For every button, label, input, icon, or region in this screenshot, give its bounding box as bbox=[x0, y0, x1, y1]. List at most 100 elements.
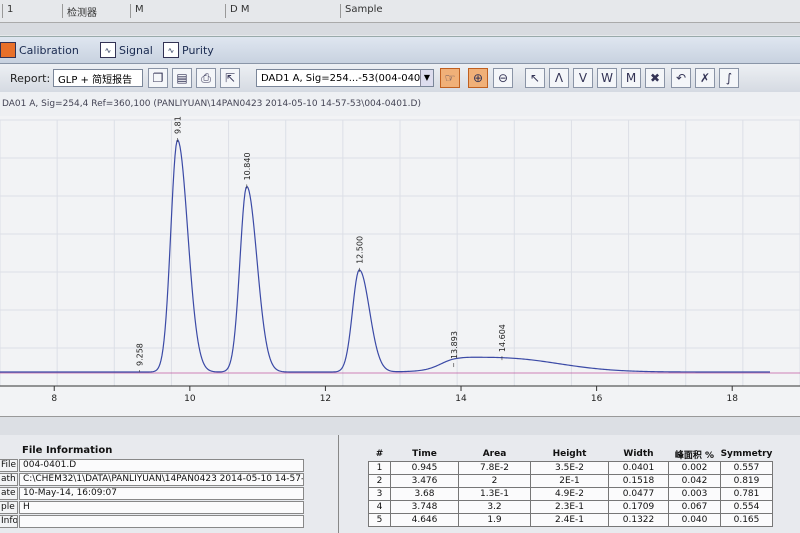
undo-icon[interactable]: ↶ bbox=[671, 68, 691, 88]
zoom-out-icon[interactable]: ⊖ bbox=[493, 68, 513, 88]
zoom-in-icon[interactable]: ⊕ bbox=[468, 68, 488, 88]
table-cell: 1 bbox=[368, 461, 391, 475]
col-header[interactable]: Width bbox=[609, 447, 669, 462]
table-cell: 0.819 bbox=[720, 474, 773, 488]
col-header[interactable]: Height bbox=[531, 447, 609, 462]
integrate-icon[interactable]: ∫ bbox=[719, 68, 739, 88]
baseline-peak-icon[interactable]: Λ bbox=[549, 68, 569, 88]
header-col: 1 bbox=[2, 4, 13, 18]
copy-icon[interactable]: ❐ bbox=[148, 68, 168, 88]
table-cell: 0.1709 bbox=[608, 500, 669, 514]
table-cell: 2E-1 bbox=[530, 474, 609, 488]
preview-icon[interactable]: ▤ bbox=[172, 68, 192, 88]
hand-pointer-icon[interactable]: ☞ bbox=[440, 68, 460, 88]
calibration-icon bbox=[0, 42, 16, 58]
peak-label: 10.840 bbox=[243, 152, 252, 180]
main-toolbar: Report: GLP + 简短报告 ❐ ▤ ⎙ ⇱ DAD1 A, Sig=2… bbox=[0, 64, 800, 93]
tab-label: Purity bbox=[182, 43, 214, 57]
col-header[interactable]: Area bbox=[459, 447, 531, 462]
pane-splitter[interactable] bbox=[0, 416, 800, 436]
file-info-value[interactable]: 004-0401.D bbox=[19, 459, 304, 472]
valley-peak-icon[interactable]: V bbox=[573, 68, 593, 88]
table-cell: 0.1322 bbox=[608, 513, 669, 527]
signal-select-value: DAD1 A, Sig=254...-53(004-0401.D) bbox=[261, 72, 434, 84]
peak-label: 14.604 bbox=[498, 324, 507, 352]
table-row[interactable]: 1 0.945 7.8E-2 3.5E-2 0.0401 0.002 0.557 bbox=[368, 461, 773, 475]
table-cell: 2.4E-1 bbox=[530, 513, 609, 527]
table-cell: 0.781 bbox=[720, 487, 773, 501]
delete-peak-icon[interactable]: ✖ bbox=[645, 68, 665, 88]
file-info-row: ate 10-May-14, 16:09:07 bbox=[0, 487, 305, 500]
col-header[interactable]: Symmetry bbox=[721, 447, 773, 462]
tab-signal[interactable]: ∿ Signal bbox=[100, 41, 153, 59]
table-cell: 0.557 bbox=[720, 461, 773, 475]
report-template-select[interactable]: GLP + 简短报告 bbox=[53, 69, 143, 87]
file-info-value[interactable] bbox=[19, 515, 304, 528]
signal-description: DA01 A, Sig=254,4 Ref=360,100 (PANLIYUAN… bbox=[0, 92, 800, 116]
table-cell: 1.9 bbox=[458, 513, 531, 527]
x-tick-label: 18 bbox=[726, 394, 738, 404]
print-icon[interactable]: ⎙ bbox=[196, 68, 216, 88]
view-tab-bar: Calibration ∿ Signal ∿ Purity bbox=[0, 37, 800, 64]
table-cell: 0.1518 bbox=[608, 474, 669, 488]
table-cell: 2 bbox=[368, 474, 391, 488]
file-info-value[interactable]: 10-May-14, 16:09:07 bbox=[19, 487, 304, 500]
table-row[interactable]: 4 3.748 3.2 2.3E-1 0.1709 0.067 0.554 bbox=[368, 500, 773, 514]
header-col: M bbox=[130, 4, 144, 18]
table-cell: 4 bbox=[368, 500, 391, 514]
col-header[interactable]: Time bbox=[391, 447, 459, 462]
table-cell: 4.9E-2 bbox=[530, 487, 609, 501]
tab-calibration[interactable]: Calibration bbox=[0, 41, 79, 59]
table-cell: 3.2 bbox=[458, 500, 531, 514]
table-cell: 5 bbox=[368, 513, 391, 527]
table-cell: 0.0401 bbox=[608, 461, 669, 475]
export-icon[interactable]: ⇱ bbox=[220, 68, 240, 88]
file-information-panel: File Information File 004-0401.D ath C:\… bbox=[0, 435, 312, 533]
table-cell: 0.040 bbox=[668, 513, 721, 527]
table-cell: 1.3E-1 bbox=[458, 487, 531, 501]
table-cell: 0.067 bbox=[668, 500, 721, 514]
header-col: 检测器 bbox=[62, 4, 97, 19]
tab-purity[interactable]: ∿ Purity bbox=[163, 41, 214, 59]
file-info-row: ple H bbox=[0, 501, 305, 514]
cancel-tool-icon[interactable]: ✗ bbox=[695, 68, 715, 88]
table-cell: 2.3E-1 bbox=[530, 500, 609, 514]
chromatogram-svg: 8 10 12 14 16 18 9.258 9.819 10.840 12.500 13.893 1… bbox=[0, 116, 800, 404]
table-cell: 4.646 bbox=[390, 513, 459, 527]
signal-select[interactable]: DAD1 A, Sig=254...-53(004-0401.D) ▼ bbox=[256, 69, 434, 87]
table-row[interactable]: 3 3.68 1.3E-1 4.9E-2 0.0477 0.003 0.781 bbox=[368, 487, 773, 501]
table-cell: 3.476 bbox=[390, 474, 459, 488]
signal-icon: ∿ bbox=[100, 42, 116, 58]
purity-icon: ∿ bbox=[163, 42, 179, 58]
x-tick-label: 8 bbox=[51, 394, 57, 404]
tab-label: Calibration bbox=[19, 43, 79, 57]
x-tick-label: 10 bbox=[184, 394, 196, 404]
file-info-value[interactable]: C:\CHEM32\1\DATA\PANLIYUAN\14PAN0423 201… bbox=[19, 473, 304, 486]
results-divider bbox=[338, 435, 339, 533]
file-info-key: ate bbox=[0, 487, 18, 500]
table-cell: 7.8E-2 bbox=[458, 461, 531, 475]
table-row[interactable]: 5 4.646 1.9 2.4E-1 0.1322 0.040 0.165 bbox=[368, 513, 773, 527]
table-cell: 0.554 bbox=[720, 500, 773, 514]
split-peak-icon[interactable]: W bbox=[597, 68, 617, 88]
file-info-key: ple bbox=[0, 501, 18, 514]
table-cell: 0.002 bbox=[668, 461, 721, 475]
peak-table-header: # Time Area Height Width 峰面积 % Symmetry bbox=[369, 447, 773, 462]
col-header[interactable]: # bbox=[369, 447, 391, 462]
file-info-key: Info bbox=[0, 515, 18, 528]
chromatogram-chart[interactable]: 8 10 12 14 16 18 9.258 9.819 10.840 12.500 13.893 1… bbox=[0, 116, 800, 416]
peak-label: 12.500 bbox=[355, 236, 364, 264]
file-info-value[interactable]: H bbox=[19, 501, 304, 514]
col-header[interactable]: 峰面积 % bbox=[669, 447, 721, 462]
multi-peak-icon[interactable]: M bbox=[621, 68, 641, 88]
header-col: Sample bbox=[340, 4, 383, 18]
x-tick-label: 16 bbox=[591, 394, 603, 404]
results-pane: File Information File 004-0401.D ath C:\… bbox=[0, 435, 800, 533]
peak-table: # Time Area Height Width 峰面积 % Symmetry … bbox=[368, 447, 773, 527]
table-row[interactable]: 2 3.476 2 2E-1 0.1518 0.042 0.819 bbox=[368, 474, 773, 488]
table-cell: 0.0477 bbox=[608, 487, 669, 501]
file-info-row: Info bbox=[0, 515, 305, 528]
chevron-down-icon: ▼ bbox=[420, 70, 433, 86]
table-cell: 0.042 bbox=[668, 474, 721, 488]
select-arrow-icon[interactable]: ↖ bbox=[525, 68, 545, 88]
